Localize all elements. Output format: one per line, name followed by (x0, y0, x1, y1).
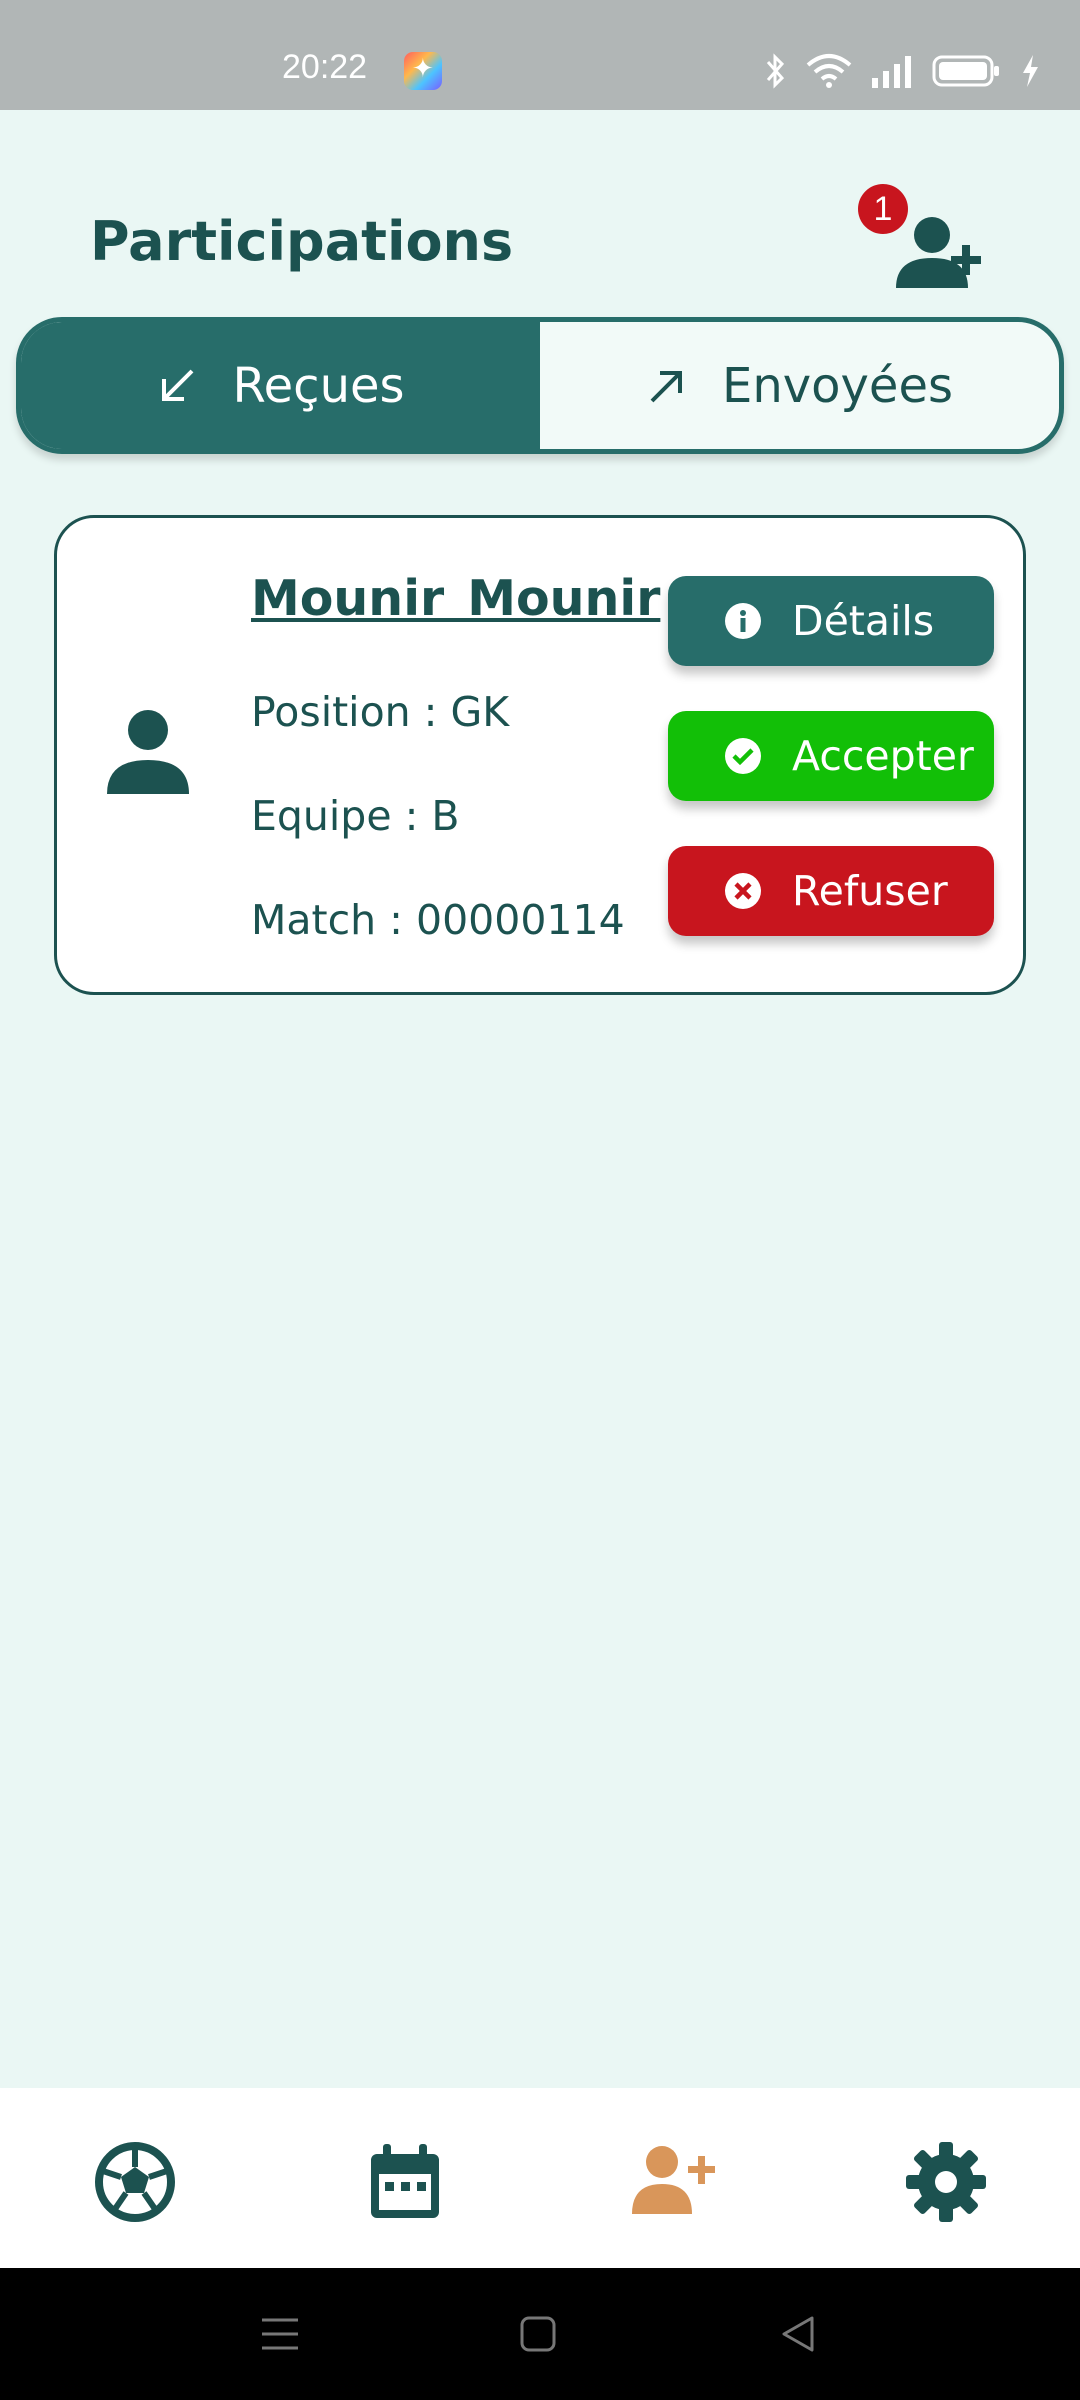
system-navigation-bar (0, 2268, 1080, 2400)
nav-matches[interactable] (93, 2140, 177, 2224)
details-button[interactable]: Détails (668, 576, 994, 666)
close-circle-icon (725, 873, 761, 909)
tab-received[interactable]: Reçues (21, 322, 540, 449)
signal-icon (872, 56, 911, 88)
tab-sent-label: Envoyées (722, 357, 953, 414)
add-user-icon (896, 217, 981, 288)
player-name-link[interactable]: Mounir Mounir (251, 570, 660, 627)
soccer-ball-icon (95, 2142, 175, 2222)
gear-icon (906, 2142, 986, 2222)
menu-icon[interactable] (258, 2312, 302, 2356)
nav-participations[interactable] (630, 2140, 720, 2224)
participation-tabs: Reçues Envoyées (16, 317, 1064, 454)
wifi-icon (806, 54, 852, 88)
status-time: 20:22 (282, 48, 368, 86)
user-avatar-icon (107, 710, 189, 794)
charging-icon (1023, 55, 1038, 87)
tab-received-label: Reçues (232, 357, 405, 414)
back-icon[interactable] (776, 2312, 820, 2356)
add-participant-button[interactable] (890, 212, 1000, 292)
page-title: Participations (90, 210, 514, 273)
battery-icon (932, 55, 999, 87)
participation-card: Mounir Mounir Position : GK Equipe : B M… (54, 515, 1026, 995)
check-circle-icon (725, 738, 761, 774)
accept-button[interactable]: Accepter (668, 711, 994, 801)
add-user-icon (632, 2146, 715, 2214)
refuse-button[interactable]: Refuser (668, 846, 994, 936)
app-notification-icon (404, 52, 442, 90)
arrow-down-left-icon (162, 369, 194, 401)
details-label: Détails (792, 597, 935, 645)
status-icons (764, 52, 1040, 90)
arrow-up-right-icon (650, 370, 682, 402)
notification-badge: 1 (858, 184, 908, 234)
calendar-icon (371, 2144, 439, 2218)
player-position: Position : GK (251, 688, 510, 736)
nav-calendar[interactable] (363, 2140, 447, 2224)
bluetooth-icon (766, 53, 785, 89)
player-team: Equipe : B (251, 792, 460, 840)
status-bar: 20:22 (0, 0, 1080, 110)
refuse-label: Refuser (792, 867, 948, 915)
accept-label: Accepter (792, 732, 974, 780)
bottom-navigation (0, 2088, 1080, 2268)
match-id: Match : 00000114 (251, 896, 625, 944)
nav-settings[interactable] (904, 2140, 988, 2224)
home-icon[interactable] (516, 2312, 560, 2356)
info-icon (725, 603, 761, 639)
tab-sent[interactable]: Envoyées (540, 322, 1059, 449)
